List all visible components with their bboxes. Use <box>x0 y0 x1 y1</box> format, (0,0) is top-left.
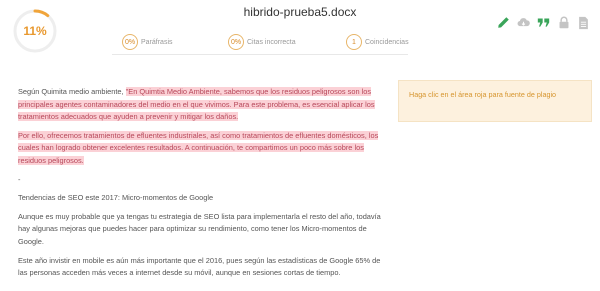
paragraph-3: - <box>18 174 21 184</box>
quote-icon[interactable] <box>537 16 550 29</box>
stat-incorrect-citations-label: Citas incorrecta <box>247 38 296 46</box>
header-divider <box>112 54 408 55</box>
edit-icon[interactable] <box>497 16 510 29</box>
plagiarism-hint: Haga clic en el área roja para fuente de… <box>398 80 592 122</box>
stat-matches-value: 1 <box>346 34 362 50</box>
cloud-download-icon[interactable] <box>517 16 530 29</box>
document-body: Según Quimita medio ambiente, "En Quimti… <box>18 86 384 286</box>
stat-incorrect-citations-value: 0% <box>228 34 244 50</box>
lock-icon[interactable] <box>557 16 570 29</box>
paragraph-1: Según Quimita medio ambiente, "En Quimti… <box>18 86 384 124</box>
stat-paraphrase-label: Paráfrasis <box>141 38 173 46</box>
toolbar <box>497 16 590 29</box>
stat-matches-label: Coincidencias <box>365 38 409 46</box>
stat-matches[interactable]: 1 Coincidencias <box>346 34 409 50</box>
plagiarism-highlight[interactable]: Por ello, ofrecemos tratamientos de eflu… <box>18 130 379 165</box>
paragraph-6: Este año invistir en mobile es aún más i… <box>18 255 381 278</box>
paragraph-4: Tendencias de SEO este 2017: Micro-momen… <box>18 193 214 203</box>
plagiarism-hint-text: Haga clic en el área roja para fuente de… <box>409 90 557 99</box>
paragraph-2: Por ello, ofrecemos tratamientos de eflu… <box>18 130 384 168</box>
paragraph-1-text: Según Quimita medio ambiente, <box>18 87 126 96</box>
stat-incorrect-citations[interactable]: 0% Citas incorrecta <box>228 34 296 50</box>
paragraph-5: Aunque es muy probable que ya tengas tu … <box>18 211 381 246</box>
stat-paraphrase[interactable]: 0% Paráfrasis <box>122 34 173 50</box>
stat-paraphrase-value: 0% <box>122 34 138 50</box>
document-icon[interactable] <box>577 16 590 29</box>
